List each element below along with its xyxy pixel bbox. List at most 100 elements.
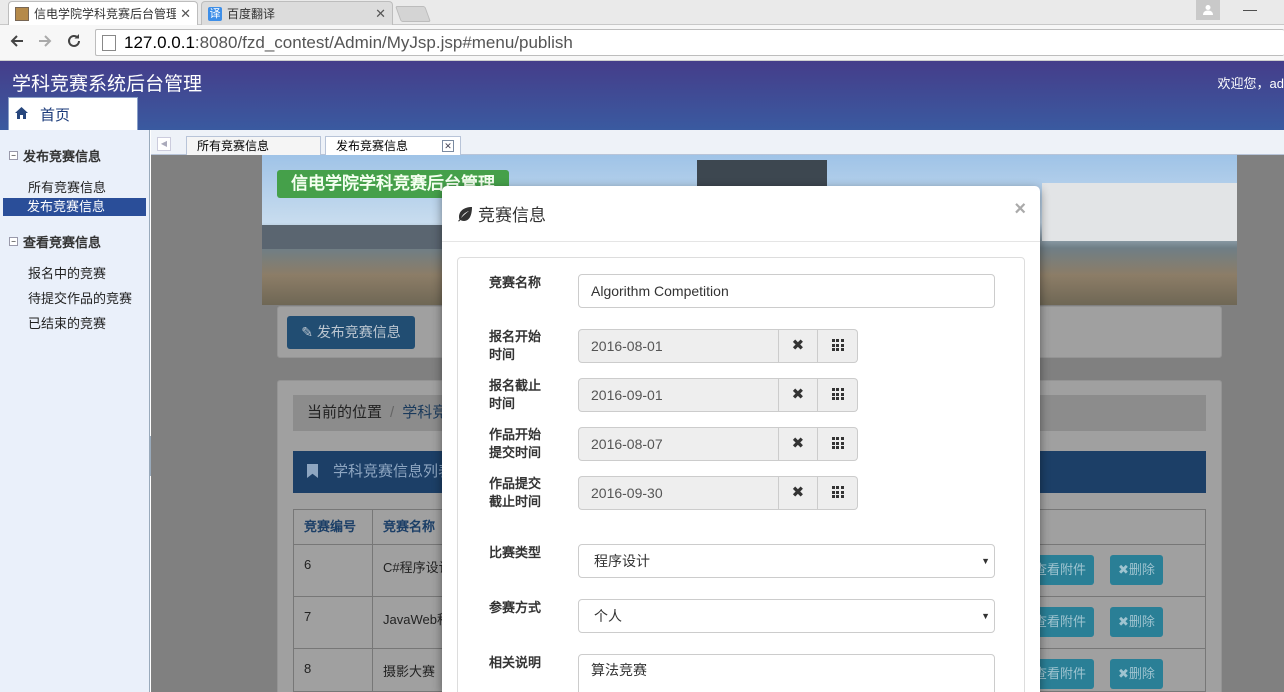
sub-end-date-input[interactable]: 2016-09-30 xyxy=(578,476,779,510)
contest-info-modal: 竞赛信息 × 竞赛名称 Algorithm Competition 报名开始时间… xyxy=(442,186,1040,692)
home-icon xyxy=(15,107,28,122)
calendar-button[interactable] xyxy=(818,378,858,412)
welcome-text: 欢迎您，ad xyxy=(1217,76,1284,91)
sidebar-group-label: 查看竞赛信息 xyxy=(23,235,102,250)
participation-mode-select[interactable]: 个人 ▼ xyxy=(578,599,995,633)
bookmark-icon xyxy=(307,464,318,478)
dropdown-caret-icon: ▼ xyxy=(981,611,990,621)
label-sub-start: 作品开始提交时间 xyxy=(489,427,542,460)
dropdown-caret-icon: ▼ xyxy=(981,556,990,566)
forward-arrow-icon[interactable] xyxy=(34,32,56,54)
pencil-icon: ✎ xyxy=(301,324,313,340)
calendar-button[interactable] xyxy=(818,427,858,461)
contest-type-select[interactable]: 程序设计 ▼ xyxy=(578,544,995,578)
sidebar-item-all-contests[interactable]: 所有竞赛信息 xyxy=(28,177,106,196)
site-favicon-icon xyxy=(15,6,29,21)
form-well: 竞赛名称 Algorithm Competition 报名开始时间 2016-0… xyxy=(457,257,1025,692)
collapse-toggle-icon[interactable]: − xyxy=(9,151,18,160)
browser-tab-active[interactable]: 信电学院学科竞赛后台管理 ✕ xyxy=(8,1,198,25)
publish-contest-button[interactable]: ✎ 发布竞赛信息 xyxy=(287,316,415,349)
reg-end-date-field: 2016-09-01 ✖ xyxy=(578,378,858,412)
calendar-button[interactable] xyxy=(818,476,858,510)
delete-button[interactable]: ✖删除 xyxy=(1110,555,1163,585)
cell-id: 6 xyxy=(304,557,312,572)
leaf-icon xyxy=(458,206,472,221)
label-participation-mode: 参赛方式 xyxy=(489,600,542,615)
calendar-grid-icon xyxy=(831,339,844,352)
reg-start-date-input[interactable]: 2016-08-01 xyxy=(578,329,779,363)
modal-title-text: 竞赛信息 xyxy=(478,206,546,225)
tab-scroll-left-icon[interactable]: ◀ xyxy=(157,137,171,151)
modal-close-button[interactable]: × xyxy=(1014,198,1026,221)
tab-label: 发布竞赛信息 xyxy=(336,139,409,153)
column-header-name: 竞赛名称 xyxy=(383,519,436,534)
app-header: 学科竞赛系统后台管理 欢迎您，ad 首页 xyxy=(0,61,1284,131)
delete-button[interactable]: ✖删除 xyxy=(1110,607,1163,637)
translate-favicon-icon: 译 xyxy=(208,6,222,21)
delete-x-icon: ✖ xyxy=(1118,614,1129,629)
address-bar[interactable]: 127.0.0.1:8080/fzd_contest/Admin/MyJsp.j… xyxy=(95,29,1284,56)
back-arrow-icon[interactable] xyxy=(6,32,28,54)
reload-icon[interactable] xyxy=(63,32,85,54)
label-contest-type: 比赛类型 xyxy=(489,545,542,560)
clear-date-button[interactable]: ✖ xyxy=(778,378,819,412)
delete-x-icon: ✖ xyxy=(1118,562,1129,577)
participation-mode-value: 个人 xyxy=(594,608,622,624)
browser-toolbar: 127.0.0.1:8080/fzd_contest/Admin/MyJsp.j… xyxy=(0,25,1284,61)
sidebar-item-registering[interactable]: 报名中的竞赛 xyxy=(28,263,106,282)
close-tab-icon[interactable]: ✕ xyxy=(375,6,386,22)
modal-title: 竞赛信息 xyxy=(457,201,546,226)
reg-start-date-field: 2016-08-01 ✖ xyxy=(578,329,858,363)
reg-end-date-input[interactable]: 2016-09-01 xyxy=(578,378,779,412)
list-title: 学科竞赛信息列表 xyxy=(333,463,454,480)
app-title: 学科竞赛系统后台管理 xyxy=(12,74,203,95)
tab-publish-contest[interactable]: 发布竞赛信息 ✕ xyxy=(325,136,461,156)
contest-type-value: 程序设计 xyxy=(594,553,650,569)
cell-id: 8 xyxy=(304,661,312,676)
clear-date-button[interactable]: ✖ xyxy=(778,427,819,461)
browser-tab-strip: 信电学院学科竞赛后台管理 ✕ 译 百度翻译 ✕ — xyxy=(0,0,1284,25)
url-host: 127.0.0.1 xyxy=(124,32,195,52)
sub-start-date-field: 2016-08-07 ✖ xyxy=(578,427,858,461)
clear-date-button[interactable]: ✖ xyxy=(778,476,819,510)
home-tab[interactable]: 首页 xyxy=(8,97,138,131)
breadcrumb-link[interactable]: 学科竞 xyxy=(402,404,447,421)
collapse-toggle-icon[interactable]: − xyxy=(9,237,18,246)
tab-label: 所有竞赛信息 xyxy=(197,139,270,153)
delete-x-icon: ✖ xyxy=(1118,666,1129,681)
delete-button[interactable]: ✖删除 xyxy=(1110,659,1163,689)
minimize-window-icon[interactable]: — xyxy=(1238,0,1262,20)
label-description: 相关说明 xyxy=(489,655,542,670)
page-icon xyxy=(102,34,116,51)
publish-button-label: 发布竞赛信息 xyxy=(316,324,401,340)
calendar-button[interactable] xyxy=(818,329,858,363)
close-tab-icon[interactable]: ✕ xyxy=(442,140,454,152)
sidebar-item-finished[interactable]: 已结束的竞赛 xyxy=(28,313,106,332)
sidebar-group-label: 发布竞赛信息 xyxy=(23,149,102,164)
close-tab-icon[interactable]: ✕ xyxy=(180,6,191,22)
user-profile-icon[interactable] xyxy=(1196,0,1220,20)
new-tab-button[interactable] xyxy=(395,6,431,22)
sub-end-date-field: 2016-09-30 ✖ xyxy=(578,476,858,510)
sub-start-date-input[interactable]: 2016-08-07 xyxy=(578,427,779,461)
banner-building xyxy=(1042,183,1237,241)
sidebar-item-publish-contest[interactable]: 发布竞赛信息 xyxy=(3,198,146,216)
tab-all-contests[interactable]: 所有竞赛信息 xyxy=(186,136,321,155)
contest-name-input[interactable]: Algorithm Competition xyxy=(578,274,995,308)
label-reg-start: 报名开始时间 xyxy=(489,329,542,362)
sidebar-group-publish[interactable]: − 发布竞赛信息 xyxy=(9,146,101,165)
sidebar-group-view[interactable]: − 查看竞赛信息 xyxy=(9,232,101,251)
cell-id: 7 xyxy=(304,609,312,624)
browser-tab-translate[interactable]: 译 百度翻译 ✕ xyxy=(201,1,393,25)
description-textarea[interactable]: 算法竞赛 xyxy=(578,654,995,692)
label-sub-end: 作品提交截止时间 xyxy=(489,476,542,509)
clear-date-button[interactable]: ✖ xyxy=(778,329,819,363)
breadcrumb-label: 当前的位置 xyxy=(307,404,383,421)
sidebar-item-pending-submission[interactable]: 待提交作品的竞赛 xyxy=(28,288,132,307)
calendar-grid-icon xyxy=(831,388,844,401)
label-reg-end: 报名截止时间 xyxy=(489,378,542,411)
calendar-grid-icon xyxy=(831,437,844,450)
cell-name: 摄影大赛 xyxy=(383,664,436,679)
home-tab-label: 首页 xyxy=(40,107,71,124)
cell-name: JavaWeb程 xyxy=(383,612,450,627)
